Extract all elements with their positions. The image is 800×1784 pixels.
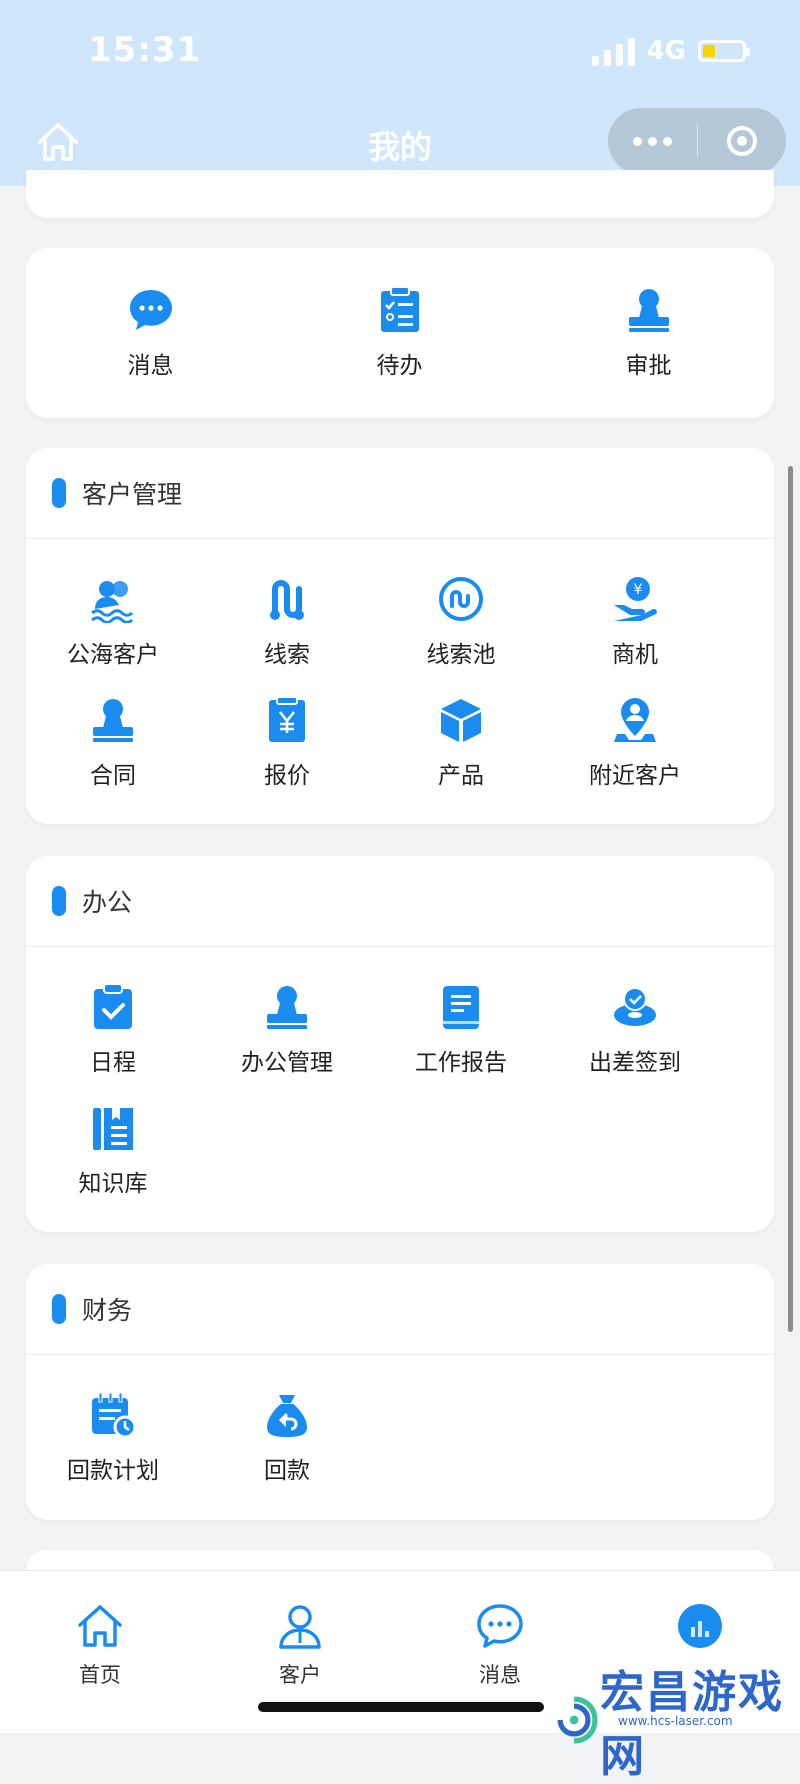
tab-label: 消息 [479, 1663, 521, 1687]
stamp-icon [267, 986, 307, 1029]
signal-icon [591, 36, 635, 66]
yen-hand-icon: ¥ [614, 577, 657, 621]
office-card: 办公 日程 办公管理 工作报告 出差签到 知识库 [26, 856, 774, 1232]
menu-item-label: 线索 [264, 642, 310, 668]
quick-item-todo[interactable]: 待办 [275, 248, 524, 418]
menu-item-public-customers[interactable]: 公海客户 [26, 559, 200, 680]
people-wave-icon [91, 581, 134, 623]
menu-item-label: 附近客户 [589, 763, 681, 789]
quick-access-card: 消息 待办 审批 [26, 248, 774, 418]
tab-message[interactable]: 消息 [440, 1601, 560, 1689]
tab-label: 首页 [79, 1663, 121, 1687]
menu-item-payment[interactable]: 回款 [200, 1375, 374, 1496]
stamp-icon [628, 289, 669, 332]
finance-card: 财务 回款计划 回款 [26, 1264, 774, 1520]
battery-icon [698, 40, 750, 62]
profile-active-icon [678, 1604, 722, 1648]
tab-label: 客户 [279, 1663, 321, 1687]
menu-item-payment-plan[interactable]: 回款计划 [26, 1375, 200, 1496]
menu-item-label: 回款计划 [67, 1458, 159, 1484]
user-icon [279, 1605, 321, 1649]
menu-item-quote[interactable]: 报价 [200, 680, 374, 801]
section-header: 客户管理 [26, 448, 774, 539]
section-title: 办公 [82, 888, 133, 917]
stamp-icon [93, 699, 133, 742]
quick-item-label: 待办 [376, 353, 423, 379]
chat-bubble-icon [129, 290, 172, 330]
menu-item-product[interactable]: 产品 [374, 680, 548, 801]
box-icon [441, 699, 481, 742]
menu-item-lead-pool[interactable]: 线索池 [374, 559, 548, 680]
watermark: 宏昌游戏网 www.hcs-laser.com [548, 1656, 800, 1784]
section-header: 办公 [26, 856, 774, 947]
report-book-icon [443, 986, 479, 1029]
menu-item-label: 线索池 [426, 642, 496, 668]
chat-bubble-icon [477, 1604, 523, 1648]
status-time: 15:31 [88, 30, 202, 70]
menu-item-label: 产品 [438, 763, 484, 789]
menu-item-label: 回款 [264, 1458, 310, 1484]
menu-item-label: 报价 [264, 763, 310, 789]
calendar-clock-icon [92, 1392, 137, 1439]
menu-item-label: 商机 [612, 642, 658, 668]
tab-home[interactable]: 首页 [40, 1601, 160, 1689]
menu-item-label: 合同 [90, 763, 136, 789]
quick-item-label: 审批 [625, 353, 672, 379]
library-icon [93, 1108, 133, 1150]
section-accent-bar [52, 1294, 66, 1324]
quick-item-approval[interactable]: 审批 [524, 248, 773, 418]
network-type: 4G [646, 36, 686, 66]
watermark-logo-icon [557, 1696, 598, 1744]
customer-management-card: 客户管理 公海客户 线索 线索池 ¥ 商机 合同 报价 产品 附近客户 [26, 448, 774, 824]
menu-item-contract[interactable]: 合同 [26, 680, 200, 801]
menu-item-office-management[interactable]: 办公管理 [200, 967, 374, 1088]
more-icon[interactable] [608, 136, 697, 146]
section-accent-bar [52, 886, 66, 916]
home-indicator [258, 1702, 544, 1712]
route-icon [270, 580, 304, 620]
top-bar: 15:31 4G 我的 [0, 0, 800, 186]
tab-mine[interactable] [640, 1601, 760, 1651]
section-title: 客户管理 [82, 480, 183, 509]
location-person-icon [614, 698, 656, 742]
status-indicators: 4G [591, 36, 750, 66]
menu-item-label: 出差签到 [589, 1050, 681, 1076]
menu-item-opportunity[interactable]: ¥ 商机 [548, 559, 722, 680]
menu-item-trip-checkin[interactable]: 出差签到 [548, 967, 722, 1088]
menu-item-leads[interactable]: 线索 [200, 559, 374, 680]
checkin-pin-icon [614, 987, 656, 1026]
section-accent-bar [52, 478, 66, 508]
clipboard-check-icon [94, 983, 132, 1029]
svg-text:¥: ¥ [634, 582, 643, 598]
menu-item-label: 日程 [90, 1050, 136, 1076]
yen-document-icon [269, 696, 305, 742]
profile-card [26, 170, 774, 218]
menu-item-label: 知识库 [78, 1171, 148, 1197]
pool-icon [439, 577, 483, 621]
quick-item-message[interactable]: 消息 [26, 248, 275, 418]
tab-customer[interactable]: 客户 [240, 1601, 360, 1689]
section-title: 财务 [82, 1296, 133, 1325]
menu-item-work-report[interactable]: 工作报告 [374, 967, 548, 1088]
menu-item-label: 公海客户 [67, 642, 159, 668]
menu-item-schedule[interactable]: 日程 [26, 967, 200, 1088]
section-header: 财务 [26, 1264, 774, 1355]
mini-program-capsule [608, 108, 786, 174]
menu-item-label: 办公管理 [241, 1050, 333, 1076]
home-icon [78, 1605, 122, 1647]
menu-item-knowledge-base[interactable]: 知识库 [26, 1088, 200, 1209]
watermark-url: www.hcs-laser.com [618, 1714, 733, 1728]
scrollbar[interactable] [788, 466, 793, 1332]
close-target-icon[interactable] [698, 126, 786, 156]
quick-item-label: 消息 [127, 353, 174, 379]
clipboard-list-icon [380, 286, 419, 332]
menu-item-nearby-customers[interactable]: 附近客户 [548, 680, 722, 801]
menu-item-label: 工作报告 [415, 1050, 507, 1076]
money-bag-icon [267, 1395, 307, 1437]
